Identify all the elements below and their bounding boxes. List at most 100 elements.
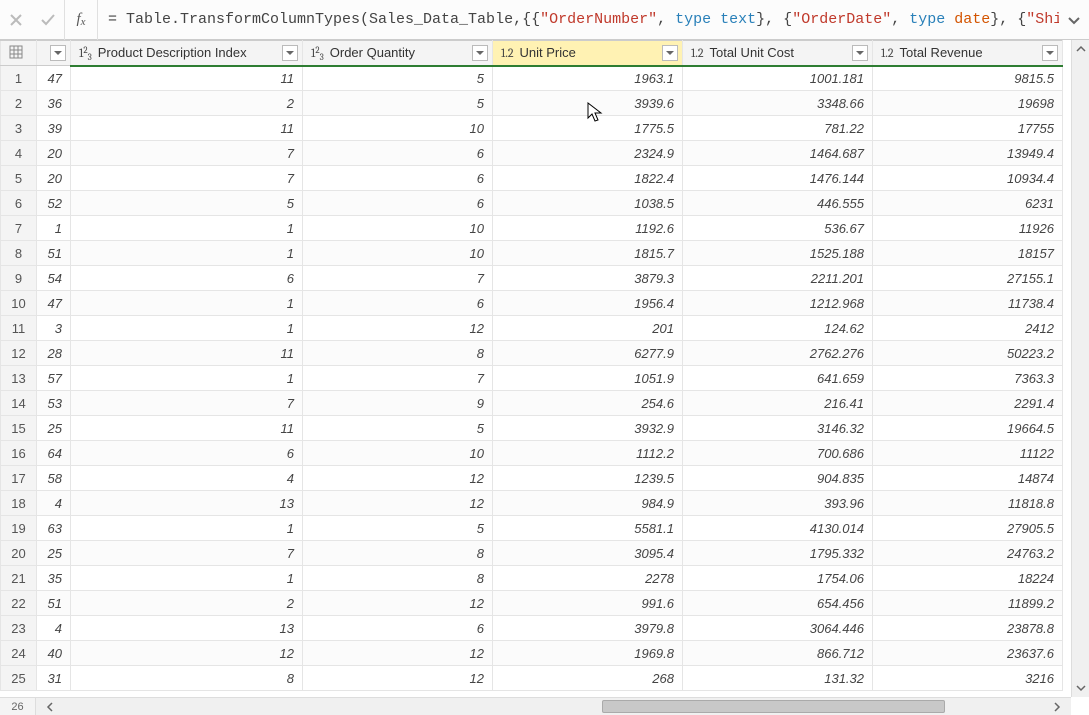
table-row[interactable]: 113112201124.622412 — [1, 316, 1063, 341]
table-corner[interactable] — [1, 41, 37, 66]
data-cell[interactable]: 866.712 — [683, 641, 873, 666]
row-number[interactable]: 16 — [1, 441, 37, 466]
row-number[interactable]: 9 — [1, 266, 37, 291]
data-cell[interactable]: 12 — [303, 666, 493, 691]
data-cell[interactable]: 2 — [71, 591, 303, 616]
filter-icon[interactable] — [50, 45, 66, 61]
data-cell[interactable]: 19698 — [873, 91, 1063, 116]
data-cell[interactable]: 1192.6 — [493, 216, 683, 241]
cancel-icon[interactable] — [0, 0, 32, 40]
data-cell[interactable]: 19664.5 — [873, 416, 1063, 441]
index-cell[interactable]: 39 — [37, 116, 71, 141]
data-cell[interactable]: 781.22 — [683, 116, 873, 141]
table-row[interactable]: 236253939.63348.6619698 — [1, 91, 1063, 116]
index-cell[interactable]: 51 — [37, 241, 71, 266]
data-cell[interactable]: 3932.9 — [493, 416, 683, 441]
data-cell[interactable]: 1476.144 — [683, 166, 873, 191]
data-cell[interactable]: 1754.06 — [683, 566, 873, 591]
data-cell[interactable]: 536.67 — [683, 216, 873, 241]
data-cell[interactable]: 11926 — [873, 216, 1063, 241]
row-number[interactable]: 13 — [1, 366, 37, 391]
data-cell[interactable]: 10 — [303, 441, 493, 466]
data-cell[interactable]: 11 — [71, 416, 303, 441]
data-cell[interactable]: 1795.332 — [683, 541, 873, 566]
data-cell[interactable]: 254.6 — [493, 391, 683, 416]
table-row[interactable]: 420762324.91464.68713949.4 — [1, 141, 1063, 166]
row-number[interactable]: 25 — [1, 666, 37, 691]
data-cell[interactable]: 5 — [303, 516, 493, 541]
data-cell[interactable]: 6277.9 — [493, 341, 683, 366]
data-cell[interactable]: 3348.66 — [683, 91, 873, 116]
data-cell[interactable]: 1001.181 — [683, 66, 873, 91]
row-number[interactable]: 5 — [1, 166, 37, 191]
expand-formula-icon[interactable] — [1059, 14, 1089, 26]
data-cell[interactable]: 13 — [71, 491, 303, 516]
data-cell[interactable]: 2324.9 — [493, 141, 683, 166]
table-row[interactable]: 520761822.41476.14410934.4 — [1, 166, 1063, 191]
data-cell[interactable]: 7 — [303, 266, 493, 291]
confirm-icon[interactable] — [32, 0, 64, 40]
data-cell[interactable]: 12 — [71, 641, 303, 666]
table-row[interactable]: 711101192.6536.6711926 — [1, 216, 1063, 241]
data-cell[interactable]: 7 — [71, 541, 303, 566]
data-cell[interactable]: 6 — [303, 141, 493, 166]
table-row[interactable]: 2341363979.83064.44623878.8 — [1, 616, 1063, 641]
data-cell[interactable]: 1 — [71, 366, 303, 391]
row-number[interactable]: 23 — [1, 616, 37, 641]
table-row[interactable]: 15251153932.93146.3219664.5 — [1, 416, 1063, 441]
row-number[interactable]: 10 — [1, 291, 37, 316]
data-cell[interactable]: 12 — [303, 316, 493, 341]
data-cell[interactable]: 216.41 — [683, 391, 873, 416]
data-cell[interactable]: 124.62 — [683, 316, 873, 341]
data-cell[interactable]: 12 — [303, 641, 493, 666]
row-number[interactable]: 3 — [1, 116, 37, 141]
index-cell[interactable]: 53 — [37, 391, 71, 416]
data-cell[interactable]: 2 — [71, 91, 303, 116]
data-cell[interactable]: 10 — [303, 216, 493, 241]
table-row[interactable]: 21351822781754.0618224 — [1, 566, 1063, 591]
data-cell[interactable]: 8 — [71, 666, 303, 691]
row-number[interactable]: 21 — [1, 566, 37, 591]
scroll-down-icon[interactable] — [1072, 679, 1089, 697]
data-cell[interactable]: 23637.6 — [873, 641, 1063, 666]
data-cell[interactable]: 8 — [303, 341, 493, 366]
data-cell[interactable]: 13 — [71, 616, 303, 641]
data-cell[interactable]: 27905.5 — [873, 516, 1063, 541]
table-row[interactable]: 1357171051.9641.6597363.3 — [1, 366, 1063, 391]
row-number[interactable]: 12 — [1, 341, 37, 366]
row-number[interactable]: 24 — [1, 641, 37, 666]
data-cell[interactable]: 1969.8 — [493, 641, 683, 666]
data-cell[interactable]: 1 — [71, 316, 303, 341]
filter-icon[interactable] — [472, 45, 488, 61]
data-cell[interactable]: 11 — [71, 66, 303, 91]
index-column-header[interactable] — [37, 41, 71, 66]
fx-icon[interactable]: fx — [64, 0, 98, 40]
filter-icon[interactable] — [852, 45, 868, 61]
table-row[interactable]: 2025783095.41795.33224763.2 — [1, 541, 1063, 566]
column-header-total-unit-cost[interactable]: 1.2 Total Unit Cost — [683, 41, 873, 66]
data-cell[interactable]: 1963.1 — [493, 66, 683, 91]
data-cell[interactable]: 1815.7 — [493, 241, 683, 266]
index-cell[interactable]: 28 — [37, 341, 71, 366]
index-cell[interactable]: 20 — [37, 166, 71, 191]
data-cell[interactable]: 131.32 — [683, 666, 873, 691]
data-cell[interactable]: 5 — [303, 416, 493, 441]
row-number[interactable]: 22 — [1, 591, 37, 616]
data-cell[interactable]: 446.555 — [683, 191, 873, 216]
data-cell[interactable]: 3064.446 — [683, 616, 873, 641]
data-cell[interactable]: 12 — [303, 466, 493, 491]
index-cell[interactable]: 1 — [37, 216, 71, 241]
table-row[interactable]: 12281186277.92762.27650223.2 — [1, 341, 1063, 366]
row-number[interactable]: 6 — [1, 191, 37, 216]
formula-input[interactable]: = Table.TransformColumnTypes(Sales_Data_… — [98, 0, 1059, 39]
data-cell[interactable]: 2762.276 — [683, 341, 873, 366]
table-row[interactable]: 1047161956.41212.96811738.4 — [1, 291, 1063, 316]
table-row[interactable]: 33911101775.5781.2217755 — [1, 116, 1063, 141]
index-cell[interactable]: 47 — [37, 66, 71, 91]
data-cell[interactable]: 6 — [71, 266, 303, 291]
data-cell[interactable]: 3879.3 — [493, 266, 683, 291]
index-cell[interactable]: 36 — [37, 91, 71, 116]
data-cell[interactable]: 2211.201 — [683, 266, 873, 291]
data-cell[interactable]: 7363.3 — [873, 366, 1063, 391]
data-cell[interactable]: 2278 — [493, 566, 683, 591]
